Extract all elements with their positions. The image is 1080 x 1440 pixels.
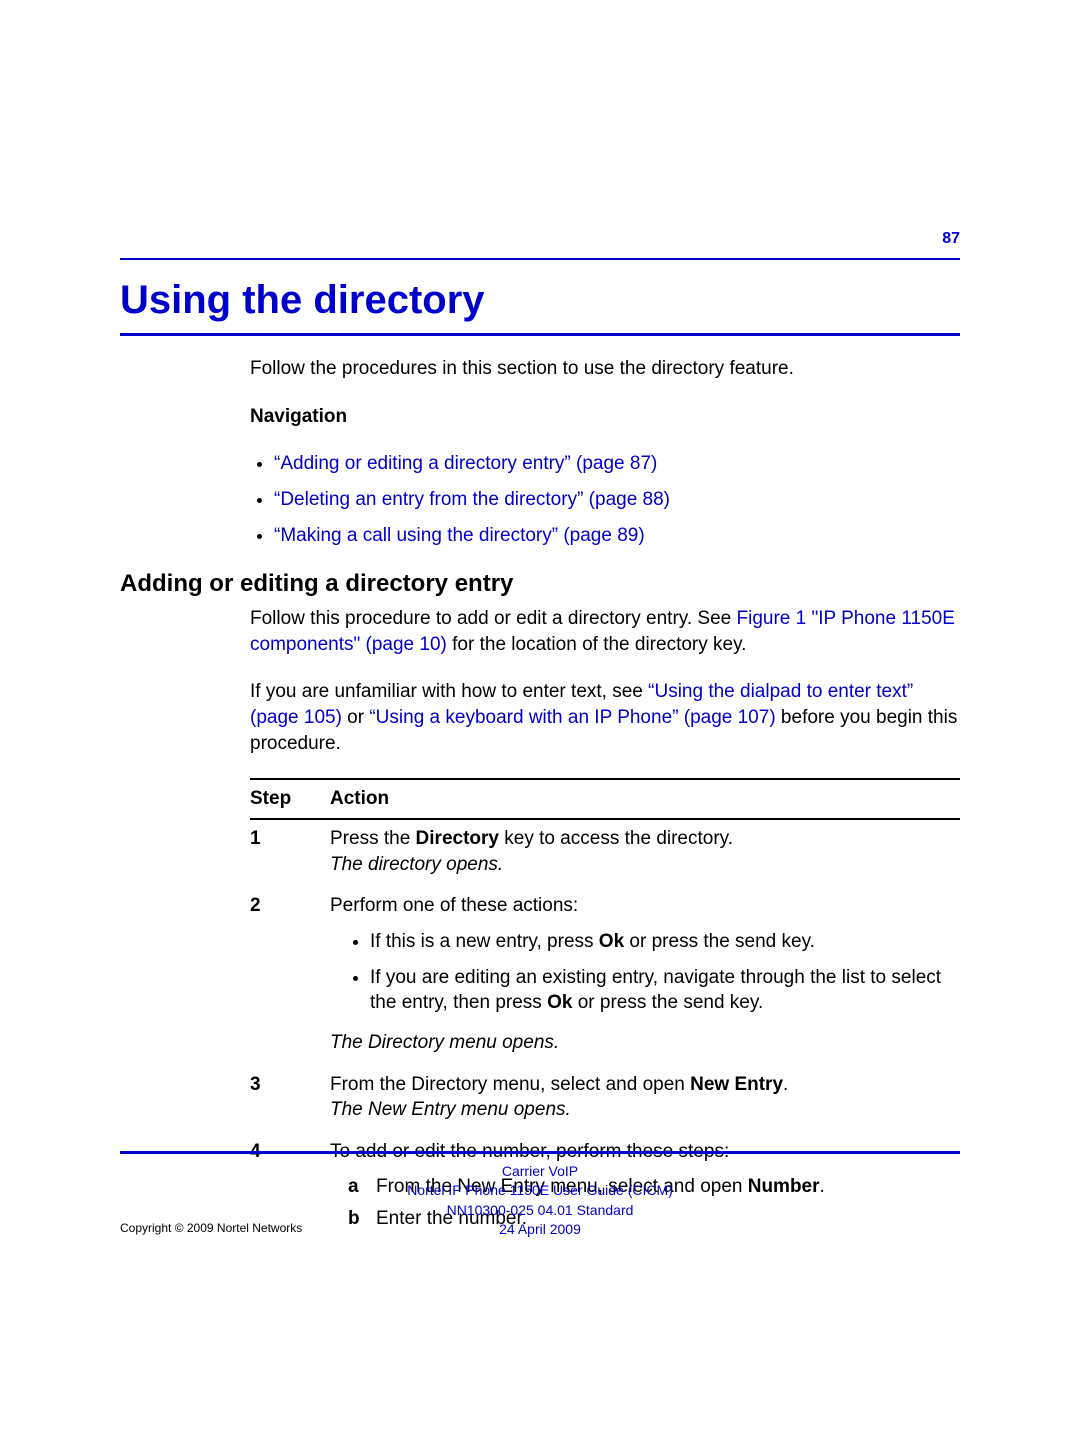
header-step: Step xyxy=(250,786,330,812)
table-row: 1 Press the Directory key to access the … xyxy=(250,820,960,887)
footer-line: Carrier VoIP xyxy=(120,1162,960,1182)
step-number: 2 xyxy=(250,893,330,1055)
header-action: Action xyxy=(330,786,960,812)
body-content: Follow the procedures in this section to… xyxy=(250,356,960,548)
footer-rule xyxy=(120,1151,960,1154)
step-number: 1 xyxy=(250,826,330,877)
nav-item: “Making a call using the directory” (pag… xyxy=(274,523,960,549)
table-header-row: Step Action xyxy=(250,780,960,818)
text: for the location of the directory key. xyxy=(447,634,747,655)
bold-text: New Entry xyxy=(690,1074,783,1095)
nav-item: “Adding or editing a directory entry” (p… xyxy=(274,451,960,477)
section-title: Adding or editing a directory entry xyxy=(120,570,960,598)
nav-link[interactable]: “Adding or editing a directory entry” (p… xyxy=(274,453,657,474)
cross-ref-link[interactable]: “Using a keyboard with an IP Phone” (pag… xyxy=(369,707,775,728)
table-row: 3 From the Directory menu, select and op… xyxy=(250,1066,960,1133)
text: . xyxy=(783,1074,788,1095)
bullet-item: If this is a new entry, press Ok or pres… xyxy=(370,929,960,955)
result-text: The directory opens. xyxy=(330,854,503,875)
navigation-list: “Adding or editing a directory entry” (p… xyxy=(250,451,960,548)
text: or press the send key. xyxy=(572,992,763,1013)
divider-top xyxy=(120,258,960,260)
bold-text: Directory xyxy=(416,828,499,849)
nav-item: “Deleting an entry from the directory” (… xyxy=(274,487,960,513)
bullet-list: If this is a new entry, press Ok or pres… xyxy=(330,929,960,1016)
step-action: Perform one of these actions: If this is… xyxy=(330,893,960,1055)
document-page: 87 Using the directory Follow the proced… xyxy=(0,0,1080,1242)
divider-under-title xyxy=(120,333,960,336)
step-action: From the Directory menu, select and open… xyxy=(330,1072,960,1123)
text: If you are unfamiliar with how to enter … xyxy=(250,681,648,702)
footer-line: Nortel IP Phone 1150E User Guide (CICM) xyxy=(120,1181,960,1201)
step-action: Press the Directory key to access the di… xyxy=(330,826,960,877)
section-paragraph-1: Follow this procedure to add or edit a d… xyxy=(250,606,960,657)
section-paragraph-2: If you are unfamiliar with how to enter … xyxy=(250,679,960,756)
text: or press the send key. xyxy=(624,931,815,952)
text: If this is a new entry, press xyxy=(370,931,599,952)
bold-text: Ok xyxy=(599,931,624,952)
footer-line: NN10300-025 04.01 Standard xyxy=(120,1201,960,1221)
text: From the Directory menu, select and open xyxy=(330,1074,690,1095)
nav-link[interactable]: “Making a call using the directory” (pag… xyxy=(274,525,645,546)
text: or xyxy=(342,707,369,728)
bullet-item: If you are editing an existing entry, na… xyxy=(370,965,960,1016)
text: Press the xyxy=(330,828,416,849)
text: key to access the directory. xyxy=(499,828,733,849)
navigation-heading: Navigation xyxy=(250,404,960,430)
intro-paragraph: Follow the procedures in this section to… xyxy=(250,356,960,382)
text: Perform one of these actions: xyxy=(330,895,578,916)
nav-link[interactable]: “Deleting an entry from the directory” (… xyxy=(274,489,670,510)
chapter-title: Using the directory xyxy=(120,278,960,323)
step-number: 3 xyxy=(250,1072,330,1123)
table-row: 2 Perform one of these actions: If this … xyxy=(250,887,960,1065)
result-text: The Directory menu opens. xyxy=(330,1030,960,1056)
result-text: The New Entry menu opens. xyxy=(330,1099,571,1120)
text: Follow this procedure to add or edit a d… xyxy=(250,608,737,629)
copyright-text: Copyright © 2009 Nortel Networks xyxy=(120,1221,302,1235)
bold-text: Ok xyxy=(547,992,572,1013)
page-number: 87 xyxy=(120,230,960,248)
